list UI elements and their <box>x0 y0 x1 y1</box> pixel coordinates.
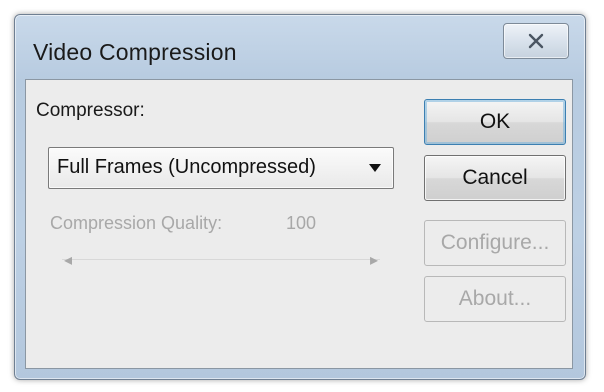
about-button[interactable]: About... <box>424 276 566 322</box>
compression-quality-slider[interactable] <box>62 259 380 260</box>
window-title: Video Compression <box>33 39 237 65</box>
ok-button[interactable]: OK <box>424 99 566 145</box>
title-bar[interactable]: Video Compression <box>15 15 585 83</box>
slider-max-tick-icon: ▸ <box>370 252 379 269</box>
dropdown-arrow-icon[interactable] <box>369 164 381 172</box>
compression-quality-value: 100 <box>286 213 317 233</box>
slider-min-tick-icon: ◂ <box>64 252 73 269</box>
compressor-select[interactable]: Full Frames (Uncompressed) <box>48 147 394 189</box>
compression-quality-label: Compression Quality: <box>50 213 223 233</box>
compressor-label: Compressor: <box>36 100 145 121</box>
close-icon <box>528 33 544 49</box>
compressor-select-value: Full Frames (Uncompressed) <box>57 156 316 178</box>
close-button[interactable] <box>503 23 569 59</box>
cancel-button[interactable]: Cancel <box>424 155 566 201</box>
configure-button[interactable]: Configure... <box>424 220 566 266</box>
